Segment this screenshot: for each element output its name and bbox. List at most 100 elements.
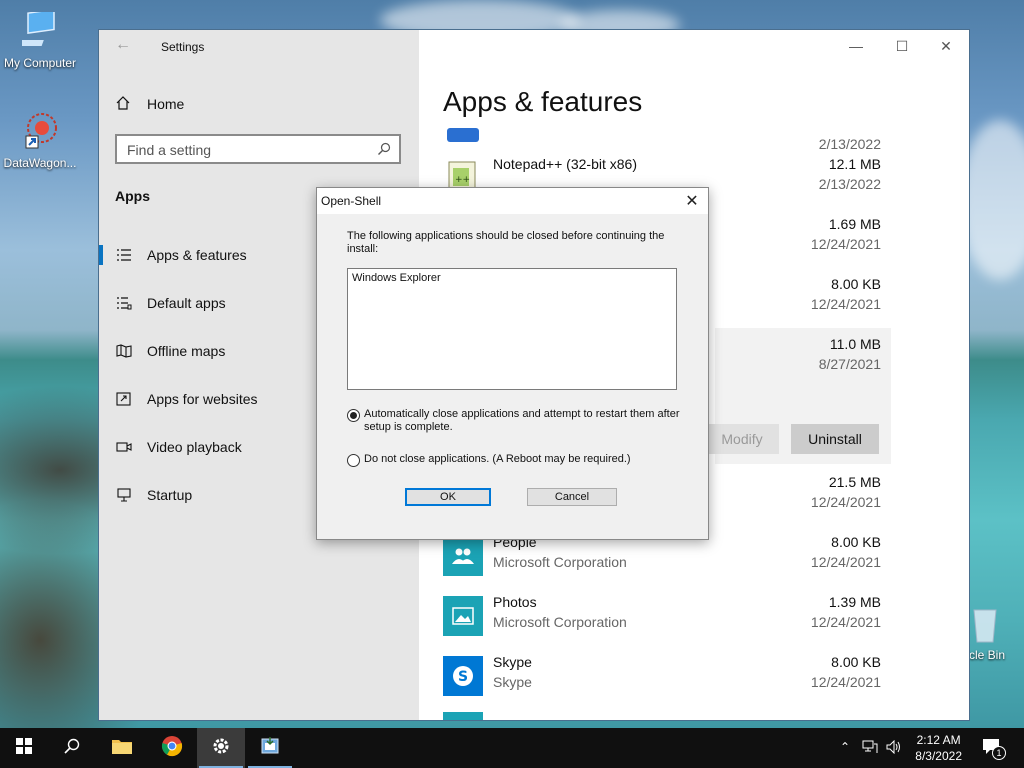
app-size: 11.0 MB (829, 336, 881, 352)
list-item[interactable]: Windows Explorer (352, 272, 441, 284)
svg-text:++: ++ (455, 175, 470, 185)
app-date: 2/13/2022 (818, 136, 881, 152)
svg-text:S: S (458, 669, 468, 685)
nav-label: Video playback (147, 439, 242, 455)
show-hidden-icons-button[interactable]: ⌃ (840, 740, 850, 754)
taskbar-chrome[interactable] (148, 728, 196, 768)
recycle-bin-icon (970, 604, 1000, 644)
chevron-up-icon: ⌃ (840, 740, 851, 754)
taskbar-file-explorer[interactable] (98, 728, 146, 768)
nav-label: Apps for websites (147, 391, 258, 407)
app-size: 8.00 KB (831, 534, 881, 550)
nav-label: Offline maps (147, 343, 226, 359)
app-size: 8.00 KB (831, 654, 881, 670)
chrome-icon (161, 735, 183, 762)
photos-icon (443, 596, 483, 636)
video-playback-icon (115, 438, 133, 456)
datawagon-desktop-icon[interactable]: DataWagon... (0, 108, 80, 170)
app-publisher: Microsoft Corporation (493, 614, 627, 630)
cancel-button[interactable]: Cancel (527, 488, 617, 506)
app-publisher: Skype (493, 674, 532, 690)
installer-icon (259, 735, 281, 762)
close-icon: ✕ (685, 193, 699, 210)
taskbar-clock[interactable]: 2:12 AM 8/3/2022 (915, 732, 962, 764)
volume-icon (886, 739, 902, 757)
network-icon (862, 740, 878, 757)
computer-icon (13, 8, 58, 52)
network-tray[interactable] (862, 740, 878, 757)
nav-label: Default apps (147, 295, 226, 311)
modify-button[interactable]: Modify (705, 424, 779, 454)
open-shell-dialog: Open-Shell ✕ The following applications … (316, 187, 709, 540)
app-size: 12.1 MB (828, 156, 881, 172)
app-name: Notepad++ (32-bit x86) (493, 156, 637, 172)
skype-icon: S (443, 656, 483, 696)
default-apps-icon (115, 294, 133, 312)
app-row[interactable]: Photos Microsoft Corporation 1.39 MB 12/… (443, 590, 891, 648)
action-center-button[interactable]: 1 (982, 738, 1006, 760)
dialog-titlebar: Open-Shell ✕ (317, 188, 708, 214)
start-button[interactable] (0, 728, 48, 768)
people-icon (443, 536, 483, 576)
my-computer-desktop-icon[interactable]: My Computer (0, 8, 80, 70)
start-icon (16, 737, 32, 759)
notification-icon: 1 (982, 738, 1006, 760)
clock-time: 2:12 AM (916, 733, 961, 747)
app-date: 12/24/2021 (810, 614, 881, 630)
next-app-tile-icon (443, 712, 483, 720)
close-icon: ✕ (940, 37, 952, 54)
offline-maps-icon (115, 342, 133, 360)
app-date: 12/24/2021 (810, 494, 881, 510)
nav-label: Startup (147, 487, 193, 503)
nav-home[interactable]: Home (115, 92, 184, 116)
notification-count-badge: 1 (992, 746, 1006, 760)
radio-label: Automatically close applications and att… (364, 408, 680, 433)
applications-listbox[interactable]: Windows Explorer (347, 268, 677, 390)
nav-home-label: Home (147, 96, 185, 112)
app-date: 12/24/2021 (810, 674, 881, 690)
radio-button-selected[interactable] (347, 409, 360, 422)
search-icon (377, 142, 391, 156)
radio-button[interactable] (347, 454, 360, 467)
uninstall-button[interactable]: Uninstall (791, 424, 879, 454)
radio-label: Do not close applications. (A Reboot may… (364, 453, 631, 465)
app-name: Photos (493, 594, 537, 610)
search-placeholder: Find a setting (127, 142, 212, 158)
app-date: 8/27/2021 (818, 356, 881, 372)
startup-icon (115, 486, 133, 504)
app-publisher: Microsoft Corporation (493, 554, 627, 570)
taskbar-settings[interactable] (197, 728, 245, 768)
app-date: 2/13/2022 (818, 176, 881, 192)
auto-close-radio-option[interactable]: Automatically close applications and att… (347, 408, 687, 434)
app-size: 1.39 MB (828, 594, 881, 610)
close-button[interactable]: ✕ (923, 36, 969, 56)
dialog-title: Open-Shell (321, 194, 382, 208)
taskbar-installer[interactable] (246, 728, 294, 768)
datawagon-shortcut-icon (18, 108, 62, 152)
maximize-icon: ☐ (895, 37, 909, 54)
minimize-button[interactable]: — (833, 36, 879, 56)
back-arrow-icon[interactable]: ← (115, 36, 131, 54)
dialog-message: The following applications should be clo… (347, 230, 665, 255)
desktop-icon-label: DataWagon... (3, 156, 77, 170)
app-date: 12/24/2021 (810, 296, 881, 312)
app-size: 1.69 MB (828, 216, 881, 232)
clock-date: 8/3/2022 (915, 749, 962, 763)
find-setting-search[interactable]: Find a setting (115, 134, 401, 164)
dialog-close-button[interactable]: ✕ (682, 191, 702, 211)
taskbar-search-button[interactable] (48, 728, 96, 768)
app-size: 8.00 KB (831, 276, 881, 292)
app-name: Skype (493, 654, 532, 670)
apps-for-websites-icon (115, 390, 133, 408)
volume-tray[interactable] (886, 739, 902, 757)
window-title: Settings (161, 40, 205, 54)
no-close-radio-option[interactable]: Do not close applications. (A Reboot may… (347, 453, 687, 467)
app-date: 12/24/2021 (810, 236, 881, 252)
maximize-button[interactable]: ☐ (879, 36, 925, 56)
file-explorer-icon (111, 737, 133, 760)
ok-button[interactable]: OK (405, 488, 491, 506)
apps-features-icon (115, 246, 133, 264)
taskbar: ⌃ 2:12 AM 8/3/2022 1 (0, 728, 1024, 768)
search-icon (64, 738, 80, 759)
app-row[interactable]: S Skype Skype 8.00 KB 12/24/2021 (443, 650, 891, 708)
